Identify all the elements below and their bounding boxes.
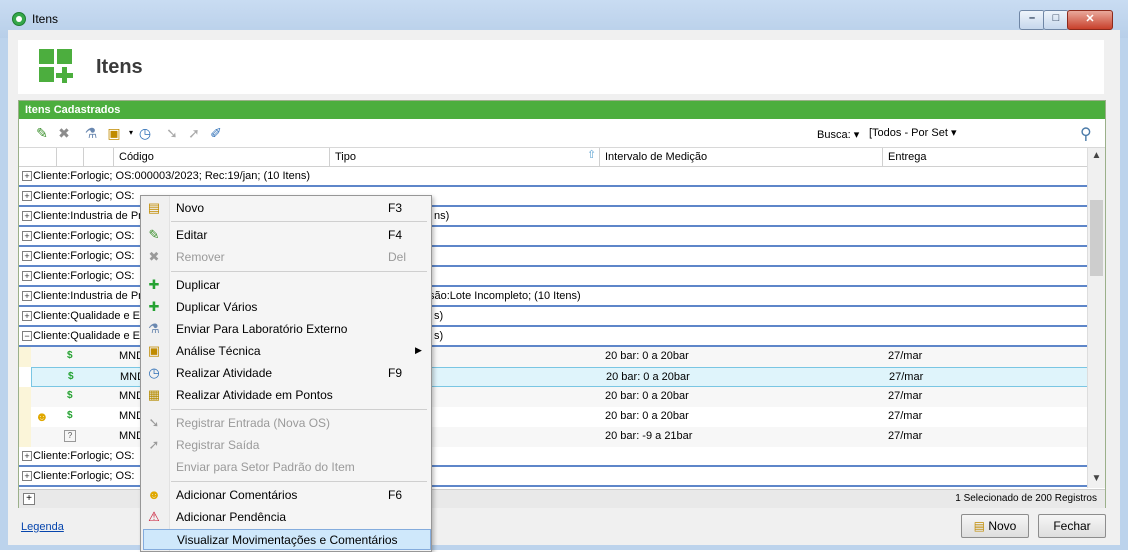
- close-button[interactable]: ✕: [1067, 10, 1113, 30]
- maximize-button[interactable]: □: [1043, 10, 1069, 30]
- column-entrega[interactable]: Entrega: [888, 151, 927, 163]
- grid-title: Itens Cadastrados: [25, 104, 121, 116]
- warning-icon: ⚠: [148, 509, 160, 524]
- expand-icon[interactable]: +: [22, 251, 32, 261]
- pencil-icon[interactable]: ✐: [207, 124, 225, 142]
- clock-icon: ◷: [148, 365, 160, 380]
- menu-item-editar[interactable]: ✎ Editar F4: [143, 225, 429, 245]
- points-icon: ▦: [147, 387, 161, 402]
- expand-icon[interactable]: +: [22, 311, 32, 321]
- collapse-icon[interactable]: −: [22, 331, 32, 341]
- sort-icon: ⇧: [587, 149, 597, 161]
- column-intervalo[interactable]: Intervalo de Medição: [605, 151, 707, 163]
- context-menu: ▤ Novo F3 ✎ Editar F4 ✖ Remover Del ✚ Duplicar …: [140, 195, 432, 552]
- dollar-icon: $: [68, 371, 74, 382]
- novo-button[interactable]: ▤ Novo: [961, 514, 1029, 538]
- unknown-icon: ?: [64, 430, 76, 442]
- grid-toolbar: ✎ ✖ ⚗ ▣ ▾ ◷ ➘ ➚ ✐ Busca: ▾ [Todos - Por …: [19, 119, 1105, 148]
- expand-icon[interactable]: +: [22, 191, 32, 201]
- dollar-icon: $: [67, 350, 73, 361]
- submenu-arrow-icon: ▶: [415, 345, 422, 355]
- legenda-link[interactable]: Legenda: [21, 521, 64, 533]
- fechar-button[interactable]: Fechar: [1038, 514, 1106, 538]
- search-icon[interactable]: ⚲: [1080, 124, 1092, 144]
- view-icon: [147, 532, 163, 548]
- menu-item-adicionar-pendencia[interactable]: ⚠ Adicionar Pendência: [143, 507, 429, 527]
- busca-select[interactable]: [Todos - Por Set ▾: [869, 124, 975, 142]
- new-doc-icon: ▤: [147, 200, 161, 215]
- column-header: Código Tipo ⇧ Intervalo de Medição Entre…: [19, 148, 1087, 167]
- menu-item-remover[interactable]: ✖ Remover Del: [143, 247, 429, 267]
- clock-icon[interactable]: ◷: [136, 124, 154, 142]
- comment-icon: ☻: [147, 487, 161, 502]
- busca-label: Busca: ▾: [817, 129, 860, 141]
- clipboard-icon: ▣: [147, 343, 161, 358]
- menu-item-enviar-setor[interactable]: Enviar para Setor Padrão do Item: [143, 457, 429, 477]
- page-title: Itens: [96, 56, 143, 78]
- app-icon: [12, 12, 26, 26]
- duplicate-many-icon: ✚: [148, 299, 160, 314]
- delete-icon[interactable]: ✖: [55, 124, 73, 142]
- column-tipo[interactable]: Tipo: [335, 151, 356, 163]
- menu-item-visualizar-movimentacoes[interactable]: Visualizar Movimentações e Comentários: [143, 529, 431, 550]
- checkin-icon[interactable]: ➘: [163, 124, 181, 142]
- menu-item-registrar-saida[interactable]: ➚ Registrar Saída: [143, 435, 429, 455]
- delete-icon: ✖: [148, 249, 160, 264]
- expand-icon[interactable]: +: [22, 471, 32, 481]
- menu-item-adicionar-comentarios[interactable]: ☻ Adicionar Comentários F6: [143, 485, 429, 505]
- expand-icon[interactable]: +: [22, 211, 32, 221]
- scroll-thumb[interactable]: [1090, 200, 1103, 276]
- group-row[interactable]: + Cliente:Forlogic; OS:000003/2023; Rec:1…: [19, 167, 1087, 187]
- menu-item-realizar-atividade[interactable]: ◷ Realizar Atividade F9: [143, 363, 429, 383]
- expand-icon[interactable]: +: [22, 171, 32, 181]
- new-doc-icon: ▤: [973, 519, 989, 533]
- menu-item-analise-tecnica[interactable]: ▣ Análise Técnica ▶: [143, 341, 429, 361]
- lab-icon[interactable]: ⚗: [82, 124, 100, 142]
- column-codigo[interactable]: Código: [119, 151, 154, 163]
- menu-item-realizar-atividade-pontos[interactable]: ▦ Realizar Atividade em Pontos: [143, 385, 429, 405]
- menu-item-novo[interactable]: ▤ Novo F3: [143, 198, 429, 218]
- menu-item-duplicar-varios[interactable]: ✚ Duplicar Vários: [143, 297, 429, 317]
- checkin-icon: ➘: [148, 415, 160, 430]
- record-status: 1 Selecionado de 200 Registros: [955, 493, 1097, 504]
- dollar-icon: $: [67, 410, 73, 421]
- menu-item-registrar-entrada[interactable]: ➘ Registrar Entrada (Nova OS): [143, 413, 429, 433]
- window-title: Itens: [32, 12, 59, 26]
- send-icon: [146, 459, 162, 475]
- minimize-button[interactable]: –: [1019, 10, 1045, 30]
- checkout-icon: ➚: [148, 437, 160, 452]
- checkout-icon[interactable]: ➚: [185, 124, 203, 142]
- edit-icon[interactable]: ✎: [33, 124, 51, 142]
- comment-icon: ☻: [35, 409, 49, 424]
- expand-icon[interactable]: +: [22, 451, 32, 461]
- expand-icon[interactable]: +: [22, 291, 32, 301]
- duplicate-icon: ✚: [148, 277, 160, 292]
- add-icon[interactable]: +: [23, 493, 35, 505]
- dollar-icon: $: [67, 390, 73, 401]
- vertical-scrollbar[interactable]: ▲ ▼: [1087, 148, 1105, 488]
- expand-icon[interactable]: +: [22, 231, 32, 241]
- lab-icon: ⚗: [148, 321, 160, 336]
- grid-title-bar: Itens Cadastrados: [19, 101, 1105, 119]
- clipboard-icon[interactable]: ▣: [105, 124, 123, 142]
- header-panel: Itens: [18, 40, 1104, 94]
- grid-plus-icon: [39, 49, 73, 83]
- scroll-up-icon[interactable]: ▲: [1088, 150, 1105, 161]
- edit-icon: ✎: [148, 227, 160, 242]
- menu-item-duplicar[interactable]: ✚ Duplicar: [143, 275, 429, 295]
- scroll-down-icon[interactable]: ▼: [1088, 473, 1105, 484]
- menu-item-enviar-laboratorio[interactable]: ⚗ Enviar Para Laboratório Externo: [143, 319, 429, 339]
- expand-icon[interactable]: +: [22, 271, 32, 281]
